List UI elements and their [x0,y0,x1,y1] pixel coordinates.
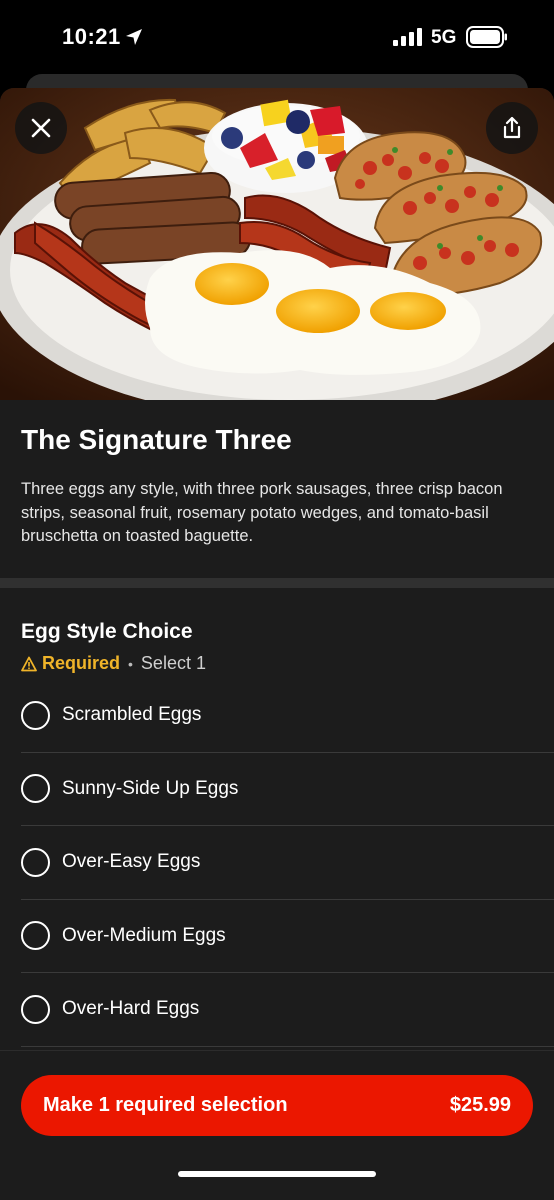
cta-price: $25.99 [449,1094,511,1116]
required-label: Required [42,653,121,673]
breakfast-plate-illustration [0,88,554,400]
option-over-hard-eggs[interactable]: Over-Hard Eggs [21,973,554,1047]
close-icon [31,118,51,138]
radio-button[interactable] [21,921,50,951]
signal-bars-icon [393,28,422,46]
footer-bar: Make 1 required selection $25.99 [0,1050,554,1200]
option-label: Over-Medium Eggs [62,924,226,946]
radio-button[interactable] [21,847,50,877]
radio-button[interactable] [21,994,50,1024]
option-sunny-side-up-eggs[interactable]: Sunny-Side Up Eggs [21,753,554,826]
option-label: Over-Hard Eggs [62,998,200,1020]
status-time: 10:21 [62,24,121,49]
radio-button[interactable] [21,700,50,730]
close-button[interactable] [15,102,67,154]
required-badge: Required [21,653,120,674]
option-scrambled-eggs[interactable]: Scrambled Eggs [21,679,554,753]
item-title: The Signature Three [21,424,292,455]
section-divider [0,578,554,588]
radio-button[interactable] [21,774,50,804]
option-group-title: Egg Style Choice [21,620,193,643]
share-icon [503,116,521,139]
home-indicator[interactable] [178,1171,376,1177]
option-over-easy-eggs[interactable]: Over-Easy Eggs [21,826,554,900]
select-count: Select 1 [140,653,206,673]
option-list: Scrambled Eggs Sunny-Side Up Eggs Over-E… [21,679,554,1047]
option-label: Sunny-Side Up Eggs [62,777,239,799]
network-label: 5G [431,27,457,48]
status-bar: 10:21 5G [0,0,554,78]
option-group-meta: Required • Select 1 [21,653,206,674]
cta-label: Make 1 required selection [43,1094,288,1116]
battery-icon [466,26,507,48]
option-label: Over-Easy Eggs [62,851,201,873]
option-label: Scrambled Eggs [62,704,202,726]
item-detail-sheet: The Signature Three Three eggs any style… [0,88,554,1200]
share-button[interactable] [486,102,538,154]
location-arrow-icon [126,29,142,45]
item-hero-image [0,88,554,400]
item-description: Three eggs any style, with three pork sa… [21,480,503,545]
add-to-cart-button[interactable]: Make 1 required selection $25.99 [21,1075,533,1136]
warning-triangle-icon [21,656,37,671]
option-over-medium-eggs[interactable]: Over-Medium Eggs [21,900,554,973]
meta-separator: • [128,655,133,672]
